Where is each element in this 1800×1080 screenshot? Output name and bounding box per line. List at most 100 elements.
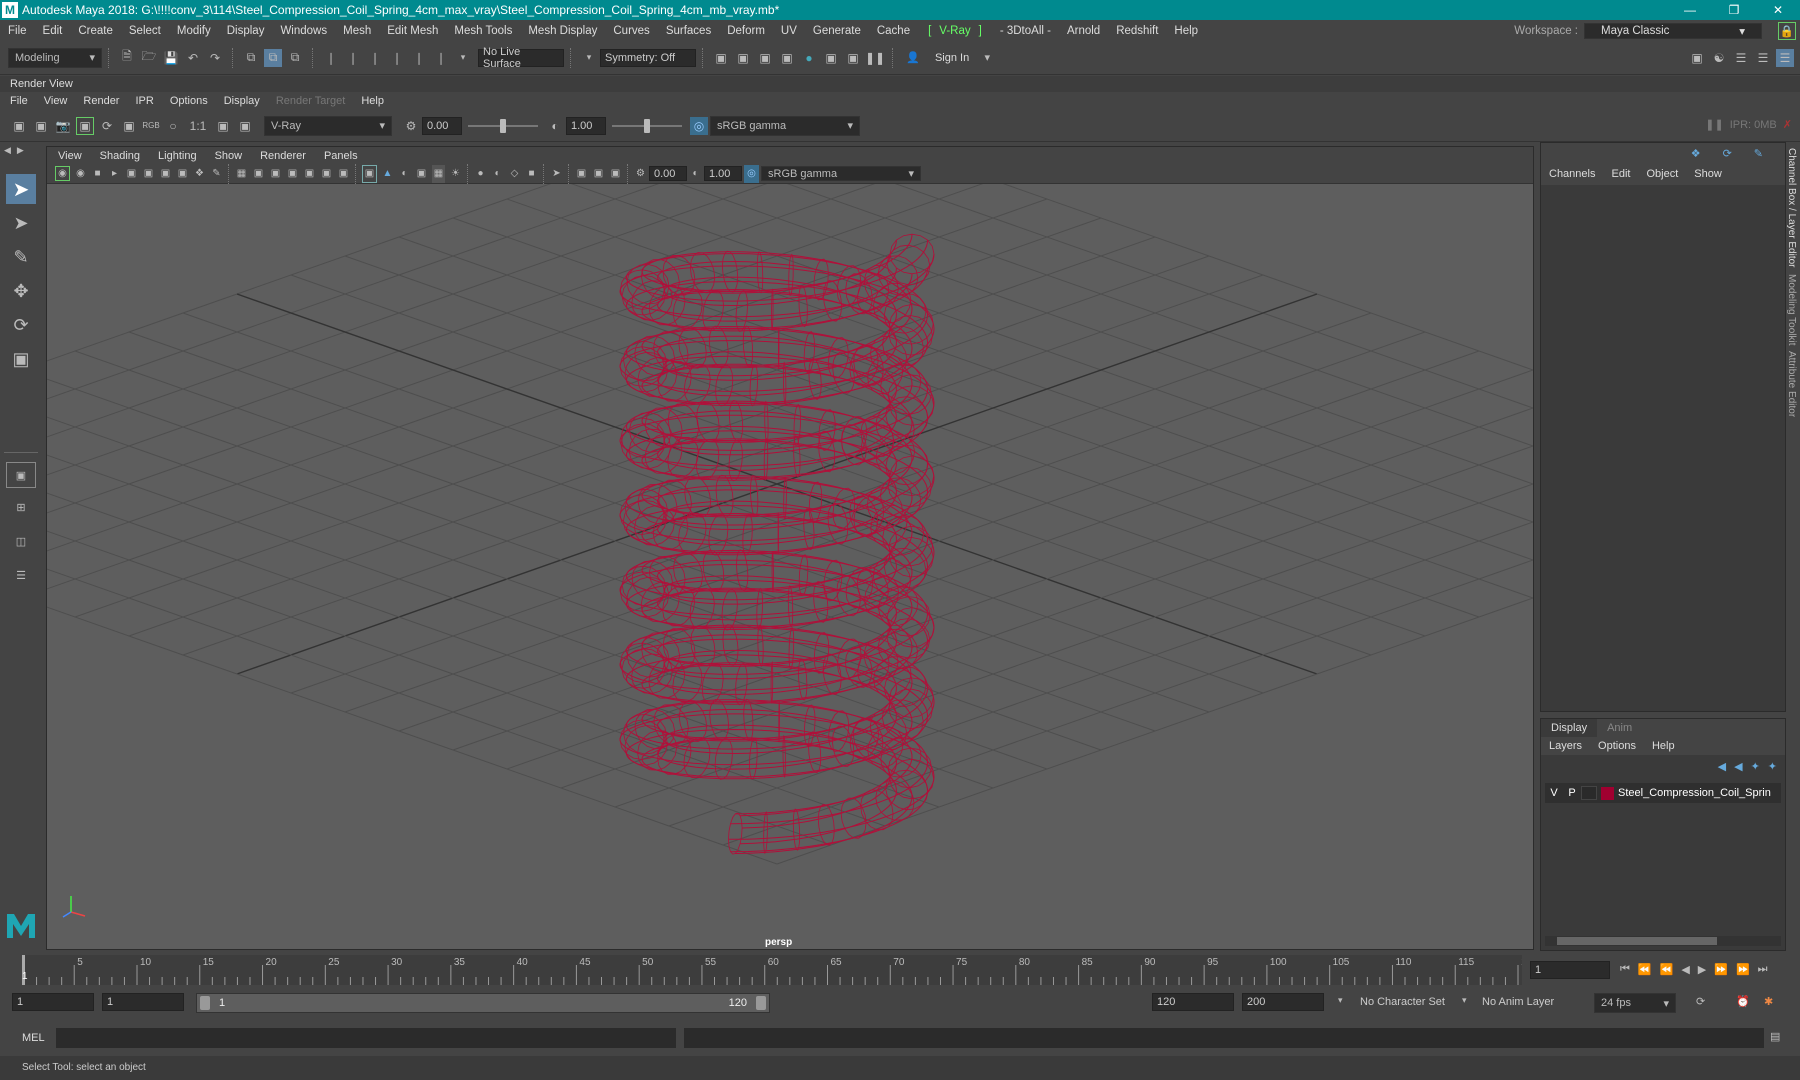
- layer-row[interactable]: V P Steel_Compression_Coil_Sprin: [1545, 783, 1781, 803]
- textured-icon[interactable]: ▣: [320, 165, 333, 183]
- scene-canvas[interactable]: [47, 184, 1533, 949]
- tab-display[interactable]: Display: [1541, 719, 1598, 737]
- menu-uv[interactable]: UV: [773, 25, 805, 37]
- snapshot-icon[interactable]: 📷: [54, 117, 72, 135]
- new-scene-icon[interactable]: 🗎: [118, 49, 136, 67]
- layer-menu-layers[interactable]: Layers: [1541, 740, 1590, 752]
- vp-menu-shading[interactable]: Shading: [91, 150, 149, 162]
- depth-of-field-icon[interactable]: ■: [525, 165, 538, 183]
- bookmarks-icon[interactable]: ■: [91, 165, 104, 183]
- animation-start-field[interactable]: 1: [12, 993, 94, 1011]
- animation-preferences-icon[interactable]: ✱: [1764, 995, 1773, 1008]
- scale-tool-icon[interactable]: ▣: [6, 344, 36, 374]
- snap-point-icon[interactable]: ❘: [366, 49, 384, 67]
- undo-icon[interactable]: ↶: [184, 49, 202, 67]
- smooth-shade-all-icon[interactable]: ▲: [381, 165, 394, 183]
- layer-visibility-toggle[interactable]: V: [1545, 787, 1563, 799]
- channel-menu-show[interactable]: Show: [1686, 168, 1730, 180]
- wireframe-icon[interactable]: ▣: [252, 165, 265, 183]
- layer-playback-toggle[interactable]: P: [1563, 787, 1581, 799]
- character-controls-icon[interactable]: ☯: [1710, 49, 1728, 67]
- single-perspective-layout-icon[interactable]: ▣: [6, 462, 36, 488]
- pause-icon[interactable]: ❚❚: [865, 49, 885, 67]
- play-backwards-icon[interactable]: ◀: [1681, 963, 1689, 976]
- snap-grid-icon[interactable]: ❘: [322, 49, 340, 67]
- real-size-label[interactable]: 1:1: [186, 117, 210, 135]
- layer-color-swatch[interactable]: [1601, 786, 1614, 800]
- ipr-render-icon[interactable]: ▣: [756, 49, 774, 67]
- exposure-field[interactable]: 0.00: [422, 116, 462, 135]
- menu-mesh[interactable]: Mesh: [335, 25, 379, 37]
- playback-end-field[interactable]: 120: [1152, 993, 1234, 1011]
- rv-menu-file[interactable]: File: [2, 95, 36, 107]
- edit-icon[interactable]: ✎: [1746, 147, 1771, 160]
- gamma-slider-knob[interactable]: [644, 118, 650, 133]
- step-forward-frame-icon[interactable]: ⏩: [1736, 963, 1750, 976]
- lock-icon[interactable]: 🔒: [1778, 22, 1796, 40]
- menu-windows[interactable]: Windows: [272, 25, 335, 37]
- isolate-select-icon[interactable]: ▦: [432, 164, 445, 183]
- ipr-pause-icon[interactable]: ❚❚: [1705, 118, 1723, 131]
- hypershade-icon[interactable]: ●: [800, 49, 818, 67]
- range-slider[interactable]: 1 120: [196, 993, 770, 1013]
- two-view-layout-icon[interactable]: ◫: [6, 528, 36, 554]
- xray-joints-icon[interactable]: ▣: [575, 165, 588, 183]
- select-tool-icon[interactable]: ➤: [6, 174, 36, 204]
- vp-exposure-icon[interactable]: ⚙: [634, 165, 647, 183]
- vp-color-management-icon[interactable]: ◎: [744, 164, 759, 183]
- rgb-channels-icon[interactable]: RGB: [142, 117, 160, 135]
- range-slider-end-handle[interactable]: [756, 996, 766, 1010]
- symmetry-field[interactable]: Symmetry: Off: [600, 48, 696, 67]
- menu-edit-mesh[interactable]: Edit Mesh: [379, 25, 446, 37]
- rotate-tool-icon[interactable]: ⟳: [6, 310, 36, 340]
- layer-name[interactable]: Steel_Compression_Coil_Sprin: [1618, 787, 1771, 799]
- render-settings-icon[interactable]: ▣: [778, 49, 796, 67]
- go-to-start-icon[interactable]: ⏮: [1620, 963, 1630, 976]
- menu-arnold[interactable]: Arnold: [1059, 25, 1108, 37]
- field-chart-icon[interactable]: ❖: [193, 165, 206, 183]
- exposure-slider-knob[interactable]: [500, 118, 506, 133]
- ipr-icon[interactable]: ▣: [76, 116, 94, 135]
- ambient-occlusion-icon[interactable]: ●: [474, 165, 487, 183]
- lighting-icon[interactable]: ☀: [449, 165, 462, 183]
- use-all-lights-icon[interactable]: ▣: [337, 165, 350, 183]
- menu-edit[interactable]: Edit: [35, 25, 71, 37]
- vp-menu-panels[interactable]: Panels: [315, 150, 367, 162]
- keep-image-icon[interactable]: ▣: [120, 117, 138, 135]
- chevron-down-icon[interactable]: ▾: [1462, 995, 1467, 1006]
- snap-vertex-icon[interactable]: ❘: [432, 49, 450, 67]
- loop-icon[interactable]: ⟳: [1696, 995, 1705, 1008]
- stop-icon[interactable]: ✗: [1783, 118, 1792, 131]
- xray-icon[interactable]: ▣: [415, 165, 428, 183]
- refresh-ipr-icon[interactable]: ⟳: [98, 117, 116, 135]
- time-ruler[interactable]: 5 10 15 20 25 30 35 40 45 50 55 60 65 70 75 80 85 90 95 100…: [22, 955, 1538, 985]
- render-current-frame-icon[interactable]: ▣: [712, 49, 730, 67]
- vp-menu-lighting[interactable]: Lighting: [149, 150, 206, 162]
- render-region-icon[interactable]: ▣: [32, 117, 50, 135]
- sign-in-dropdown[interactable]: 👤 Sign In ▾: [900, 47, 996, 68]
- exposure-icon[interactable]: ⚙: [402, 117, 420, 135]
- render-sequence-icon[interactable]: ▣: [734, 49, 752, 67]
- lasso-tool-icon[interactable]: ➤: [6, 208, 36, 238]
- tool-settings-icon[interactable]: ☰: [1754, 49, 1772, 67]
- snap-curve-icon[interactable]: ❘: [344, 49, 362, 67]
- command-input[interactable]: [56, 1028, 676, 1048]
- refresh-icon[interactable]: ⟳: [1715, 147, 1740, 160]
- play-forwards-icon[interactable]: ▶: [1698, 963, 1706, 976]
- rv-menu-display[interactable]: Display: [216, 95, 268, 107]
- select-hierarchy-icon[interactable]: ⧉: [242, 49, 260, 67]
- menu-display[interactable]: Display: [219, 25, 273, 37]
- open-scene-icon[interactable]: 🗁: [140, 49, 158, 67]
- image-plane-icon[interactable]: ▸: [108, 165, 121, 183]
- menu-set-dropdown[interactable]: Modeling ▾: [8, 47, 102, 68]
- gate-mask-icon[interactable]: ▣: [176, 165, 189, 183]
- layer-reference-toggle[interactable]: [1581, 786, 1597, 800]
- layer-editor-scrollbar-thumb[interactable]: [1557, 937, 1717, 945]
- menu-surfaces[interactable]: Surfaces: [658, 25, 719, 37]
- go-to-end-icon[interactable]: ⏭: [1758, 963, 1768, 976]
- bounding-box-icon[interactable]: ▣: [303, 165, 316, 183]
- arrow-right-icon[interactable]: ▶: [17, 145, 24, 156]
- vp-menu-renderer[interactable]: Renderer: [251, 150, 315, 162]
- menu-mesh-display[interactable]: Mesh Display: [520, 25, 605, 37]
- color-management-icon[interactable]: ◎: [690, 116, 708, 135]
